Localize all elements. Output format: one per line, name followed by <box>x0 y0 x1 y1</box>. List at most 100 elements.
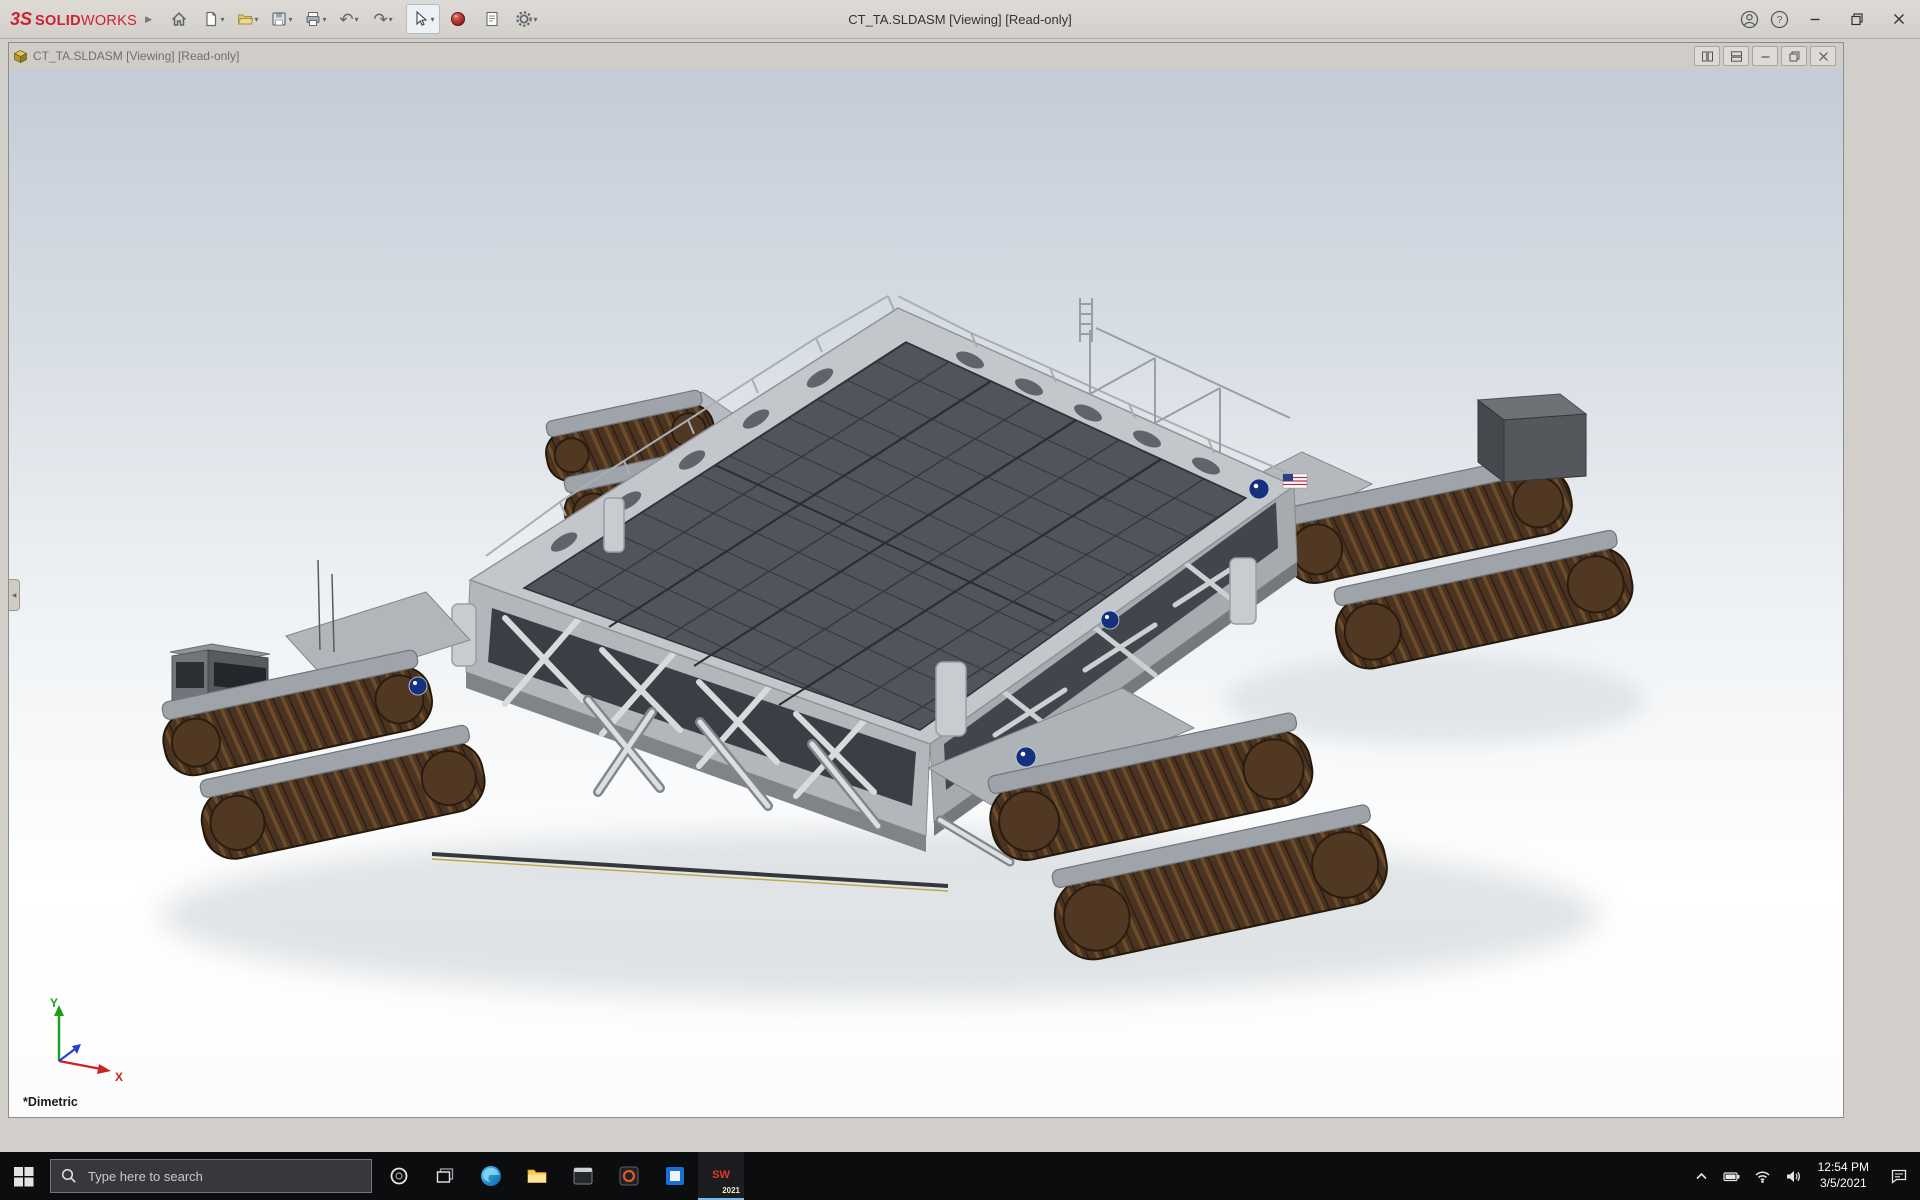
battery-button[interactable] <box>1716 1152 1747 1200</box>
document-window: CT_TA.SLDASM [Viewing] [Read-only] <box>8 42 1844 1118</box>
restore-icon <box>1850 12 1864 26</box>
system-tray: 12:54 PM 3/5/2021 <box>1687 1152 1920 1200</box>
doc-close-icon <box>1817 50 1830 63</box>
document-window-controls <box>1694 46 1839 66</box>
select-tool-button[interactable]: ▾ <box>406 4 440 34</box>
pinned-app-3-icon <box>663 1164 687 1188</box>
options-button[interactable]: ▾ <box>510 5 542 33</box>
volume-button[interactable] <box>1778 1152 1809 1200</box>
graphics-viewport[interactable]: Y X *Dimetric ◀ <box>9 69 1843 1117</box>
open-folder-icon <box>236 10 254 28</box>
options-gear-icon <box>515 10 533 28</box>
file-explorer-button[interactable] <box>514 1152 560 1200</box>
doc-restore-icon <box>1788 50 1801 63</box>
doc-close-button[interactable] <box>1810 46 1836 66</box>
solidworks-taskbar-button[interactable]: SW 2021 <box>698 1152 744 1200</box>
edge-button[interactable] <box>468 1152 514 1200</box>
close-icon <box>1892 12 1906 26</box>
new-document-caret[interactable]: ▾ <box>221 15 225 24</box>
cortana-button[interactable] <box>376 1152 422 1200</box>
orientation-triad[interactable]: Y X <box>35 993 131 1085</box>
print-button[interactable]: ▾ <box>299 5 331 33</box>
pinned-app-2-button[interactable] <box>606 1152 652 1200</box>
doc-minimize-icon <box>1759 50 1772 63</box>
undo-icon: ↶ <box>339 11 353 28</box>
doc-tile-vertical-button[interactable] <box>1694 46 1720 66</box>
splitter-arrow-icon: ◀ <box>12 592 17 599</box>
save-caret[interactable]: ▾ <box>289 15 293 24</box>
titlebar-right-controls: ? <box>1734 0 1920 38</box>
redo-button[interactable]: ↷ ▾ <box>367 5 399 33</box>
tile-horizontal-icon <box>1730 50 1743 63</box>
taskbar-search-box[interactable] <box>50 1159 372 1193</box>
3dexperience-button[interactable] <box>442 5 474 33</box>
svg-text:?: ? <box>1776 14 1782 26</box>
doc-restore-button[interactable] <box>1781 46 1807 66</box>
battery-icon <box>1723 1168 1740 1185</box>
save-button[interactable]: ▾ <box>265 5 297 33</box>
restore-button[interactable] <box>1836 0 1878 38</box>
taskbar-search-input[interactable] <box>86 1168 361 1185</box>
tile-vertical-icon <box>1701 50 1714 63</box>
account-button[interactable] <box>1734 5 1764 33</box>
open-caret[interactable]: ▾ <box>255 15 259 24</box>
redo-icon: ↷ <box>373 11 387 28</box>
windows-logo-icon <box>13 1166 34 1187</box>
clock-date: 3/5/2021 <box>1820 1176 1867 1192</box>
file-explorer-icon <box>525 1164 549 1188</box>
triad-x-label: X <box>115 1070 123 1084</box>
pinned-app-2-icon <box>617 1164 641 1188</box>
doc-minimize-button[interactable] <box>1752 46 1778 66</box>
close-button[interactable] <box>1878 0 1920 38</box>
featuremanager-splitter-handle[interactable]: ◀ <box>9 579 20 611</box>
minimize-button[interactable] <box>1794 0 1836 38</box>
options-caret[interactable]: ▾ <box>534 15 538 24</box>
file-properties-button[interactable] <box>476 5 508 33</box>
undo-caret[interactable]: ▾ <box>355 15 359 24</box>
file-properties-icon <box>483 10 501 28</box>
dassault-logo-mark: 3S <box>10 9 32 30</box>
pinned-app-1-icon <box>571 1164 595 1188</box>
save-icon <box>270 10 288 28</box>
clock-time: 12:54 PM <box>1818 1160 1869 1176</box>
select-caret[interactable]: ▾ <box>431 15 435 24</box>
open-button[interactable]: ▾ <box>231 5 263 33</box>
app-window-title: CT_TA.SLDASM [Viewing] [Read-only] <box>848 12 1072 27</box>
pinned-app-1-button[interactable] <box>560 1152 606 1200</box>
solidworks-year-badge: 2021 <box>722 1186 740 1195</box>
app-titlebar: 3S SOLID WORKS ▶ ▾ ▾ ▾ <box>0 0 1920 39</box>
wifi-icon <box>1754 1168 1771 1185</box>
help-button[interactable]: ? <box>1764 5 1794 33</box>
edge-icon <box>479 1164 503 1188</box>
document-titlebar: CT_TA.SLDASM [Viewing] [Read-only] <box>9 43 1843 70</box>
action-center-button[interactable] <box>1878 1152 1920 1200</box>
svg-text:SW: SW <box>712 1169 730 1181</box>
redo-caret[interactable]: ▾ <box>389 15 393 24</box>
taskbar-clock[interactable]: 12:54 PM 3/5/2021 <box>1809 1152 1878 1200</box>
task-view-button[interactable] <box>422 1152 468 1200</box>
us-flag-decal <box>1283 474 1307 488</box>
home-button[interactable] <box>163 5 195 33</box>
cortana-icon <box>389 1166 409 1186</box>
print-caret[interactable]: ▾ <box>323 15 327 24</box>
rear-equipment-box <box>1478 394 1586 482</box>
menu-expand-icon[interactable]: ▶ <box>145 14 152 25</box>
user-account-icon <box>1740 10 1759 29</box>
hidden-icons-button[interactable] <box>1687 1152 1716 1200</box>
network-button[interactable] <box>1747 1152 1778 1200</box>
pinned-app-3-button[interactable] <box>652 1152 698 1200</box>
minimize-icon <box>1808 12 1822 26</box>
speaker-icon <box>1785 1168 1802 1185</box>
new-document-button[interactable]: ▾ <box>197 5 229 33</box>
start-button[interactable] <box>0 1152 46 1200</box>
windows-taskbar: SW 2021 <box>0 1152 1920 1200</box>
undo-button[interactable]: ↶ ▾ <box>333 5 365 33</box>
triad-y-label: Y <box>50 996 58 1010</box>
doc-tile-horizontal-button[interactable] <box>1723 46 1749 66</box>
print-icon <box>304 10 322 28</box>
front-left-track-group <box>155 560 490 864</box>
select-cursor-icon <box>412 10 430 28</box>
brand-solid-text: SOLID <box>35 13 81 29</box>
view-orientation-label: *Dimetric <box>23 1095 78 1109</box>
chevron-up-icon <box>1694 1169 1709 1184</box>
